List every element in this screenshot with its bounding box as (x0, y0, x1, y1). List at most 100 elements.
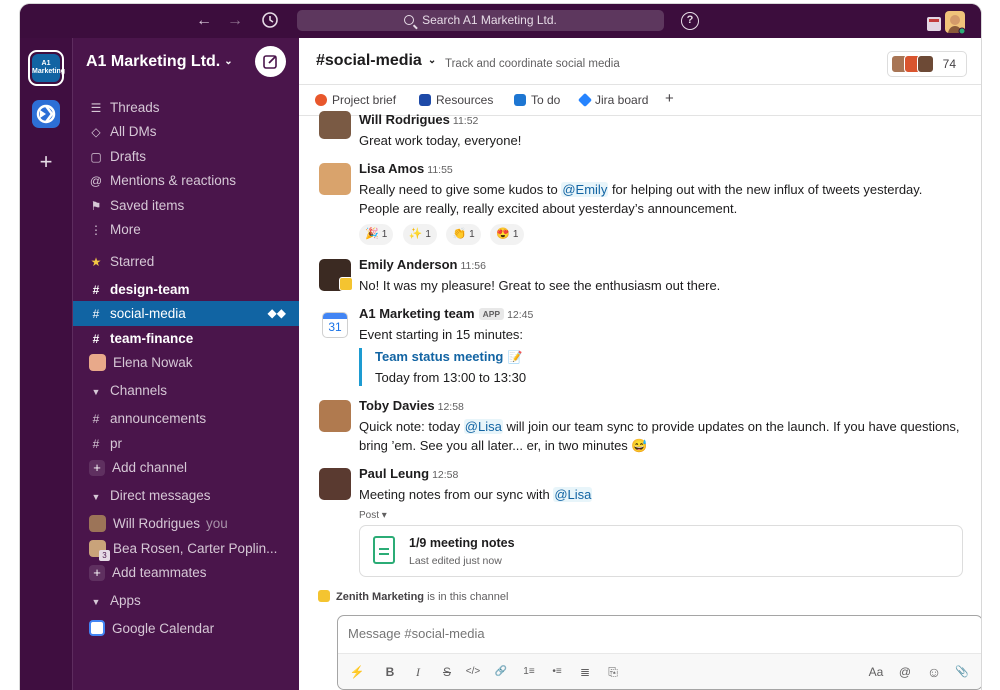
user-mention[interactable]: @Lisa (553, 487, 593, 502)
post-title: 1/9 meeting notes (409, 536, 515, 550)
numbered-list-icon[interactable]: 1≡ (520, 663, 538, 681)
section-label: Apps (110, 593, 141, 608)
message-time[interactable]: 11:55 (427, 164, 453, 176)
channel-header: #social-media ⌄ Track and coordinate soci… (299, 38, 981, 85)
reaction-pill[interactable]: ✨ 1 (402, 224, 437, 245)
calendar-app-icon[interactable]: 31 (322, 312, 348, 338)
avatar[interactable] (319, 111, 351, 139)
strikethrough-icon[interactable]: S (438, 663, 456, 681)
add-teammates-button[interactable]: + Add teammates (73, 560, 300, 585)
add-workspace-button[interactable]: + (34, 150, 58, 174)
message-time[interactable]: 12:58 (432, 469, 458, 481)
avatar[interactable] (319, 400, 351, 432)
sidebar-item-label: Drafts (110, 149, 147, 164)
workspace-name-button[interactable]: A1 Marketing Ltd. ⌄ (86, 53, 233, 71)
hash-icon: # (92, 283, 100, 297)
bulleted-list-icon[interactable]: •≡ (548, 663, 566, 681)
post-attachment[interactable]: 1/9 meeting notes Last edited just now (359, 525, 963, 577)
history-icon[interactable] (260, 11, 280, 31)
sidebar-channel-pr[interactable]: # pr (73, 431, 300, 456)
avatar (89, 514, 106, 532)
user-mention[interactable]: @Emily (561, 182, 609, 197)
title-bar: ← → Search A1 Marketing Ltd. ? (20, 4, 981, 38)
link-icon[interactable]: 🔗 (492, 663, 510, 681)
sidebar-item-more[interactable]: ⋮ More (73, 217, 300, 242)
avatar (89, 353, 106, 371)
message-time[interactable]: 12:58 (438, 401, 464, 413)
message-time[interactable]: 11:56 (460, 260, 486, 272)
sidebar-item-threads[interactable]: ☰ Threads (73, 95, 300, 120)
code-block-icon[interactable]: ⎘ (604, 663, 622, 681)
section-starred[interactable]: ★ Starred (73, 249, 300, 274)
post-label[interactable]: Post ▾ (359, 510, 387, 521)
section-direct-messages[interactable]: ▼ Direct messages (73, 483, 300, 508)
forward-arrow-icon[interactable]: → (225, 11, 245, 31)
message-time[interactable]: 11:52 (453, 115, 479, 127)
formatting-icon[interactable]: Aa (867, 663, 885, 681)
app-label: Google Calendar (112, 621, 215, 636)
code-icon[interactable]: </> (464, 663, 482, 681)
user-avatar-button[interactable] (925, 9, 966, 35)
shortcuts-icon[interactable]: ⚡ (348, 663, 366, 681)
sidebar-channel-social-media[interactable]: # social-media ◆◆ (73, 301, 300, 326)
sidebar-channel-team-finance[interactable]: # team-finance (73, 326, 300, 351)
workspace-switcher-a1[interactable]: A1 Marketing (28, 50, 65, 86)
channel-name-button[interactable]: #social-media ⌄ (316, 52, 436, 70)
bookmark-project-brief[interactable]: Project brief (315, 93, 396, 107)
add-channel-button[interactable]: + Add channel (73, 455, 300, 480)
emoji-icon[interactable]: ☺ (925, 663, 943, 681)
avatar (917, 55, 934, 73)
bookmark-resources[interactable]: Resources (419, 93, 493, 107)
bookmark-jira-board[interactable]: Jira board (577, 92, 648, 107)
section-apps[interactable]: ▼ Apps (73, 588, 300, 613)
sidebar-channel-announcements[interactable]: # announcements (73, 406, 300, 431)
mention-icon[interactable]: @ (896, 663, 914, 681)
add-bookmark-button[interactable]: + (665, 90, 674, 107)
workspace-switcher-second[interactable] (32, 100, 60, 128)
message-author[interactable]: Lisa Amos 11:55 (359, 161, 453, 176)
message-author[interactable]: Toby Davies 12:58 (359, 398, 464, 413)
sidebar-channel-design-team[interactable]: # design-team (73, 277, 300, 302)
avatar[interactable] (319, 468, 351, 500)
italic-icon[interactable]: I (409, 663, 427, 681)
heart-eyes-emoji-icon: 😍 (496, 228, 510, 240)
message-composer: ⚡ B I S </> 🔗 1≡ •≡ ≣ ⎘ Aa @ ☺ 📎 (337, 615, 981, 690)
back-arrow-icon[interactable]: ← (194, 11, 214, 31)
sidebar-dm-elena[interactable]: Elena Nowak (73, 350, 300, 375)
sidebar-dm-group[interactable]: 3 Bea Rosen, Carter Poplin... (73, 536, 300, 561)
bot-name[interactable]: Zenith Marketing (336, 591, 424, 603)
sidebar-item-label: Saved items (110, 198, 185, 213)
message-author[interactable]: Emily Anderson 11:56 (359, 257, 486, 272)
search-bar[interactable]: Search A1 Marketing Ltd. (297, 10, 664, 31)
event-link[interactable]: Team status meeting (375, 349, 503, 364)
sidebar-app-google-calendar[interactable]: Google Calendar (73, 616, 300, 641)
message-text: Event starting in 15 minutes: (359, 327, 524, 342)
sidebar-item-all-dms[interactable]: ◇ All DMs (73, 119, 300, 144)
message-text-line2: People are really, really excited about … (359, 201, 738, 216)
message-time[interactable]: 12:45 (507, 309, 533, 321)
sidebar-dm-will[interactable]: Will Rodrigues you (73, 511, 300, 536)
bookmark-to-do[interactable]: To do (514, 93, 560, 107)
sidebar-item-mentions[interactable]: @ Mentions & reactions (73, 168, 300, 193)
compose-button[interactable] (255, 46, 286, 77)
message-author[interactable]: Will Rodrigues 11:52 (359, 112, 478, 127)
reaction-pill[interactable]: 😍 1 (490, 224, 525, 245)
avatar[interactable] (319, 163, 351, 195)
reaction-pill[interactable]: 👏 1 (446, 224, 481, 245)
message-input[interactable] (348, 626, 948, 641)
blockquote-icon[interactable]: ≣ (576, 663, 594, 681)
attachment-icon[interactable]: 📎 (953, 663, 971, 681)
sidebar-item-drafts[interactable]: ▢ Drafts (73, 144, 300, 169)
members-button[interactable]: 74 (887, 51, 967, 77)
sidebar-item-saved[interactable]: ⚑ Saved items (73, 193, 300, 218)
workspace-logo-icon (36, 104, 56, 124)
section-channels[interactable]: ▼ Channels (73, 378, 300, 403)
user-mention[interactable]: @Lisa (463, 419, 503, 434)
shared-channel-icon: ◆◆ (267, 306, 286, 320)
google-calendar-icon (89, 620, 105, 637)
message-author[interactable]: A1 Marketing team APP 12:45 (359, 306, 533, 321)
bold-icon[interactable]: B (381, 663, 399, 681)
message-author[interactable]: Paul Leung 12:58 (359, 466, 458, 481)
help-icon[interactable]: ? (681, 12, 699, 30)
reaction-pill[interactable]: 🎉 1 (359, 224, 394, 245)
